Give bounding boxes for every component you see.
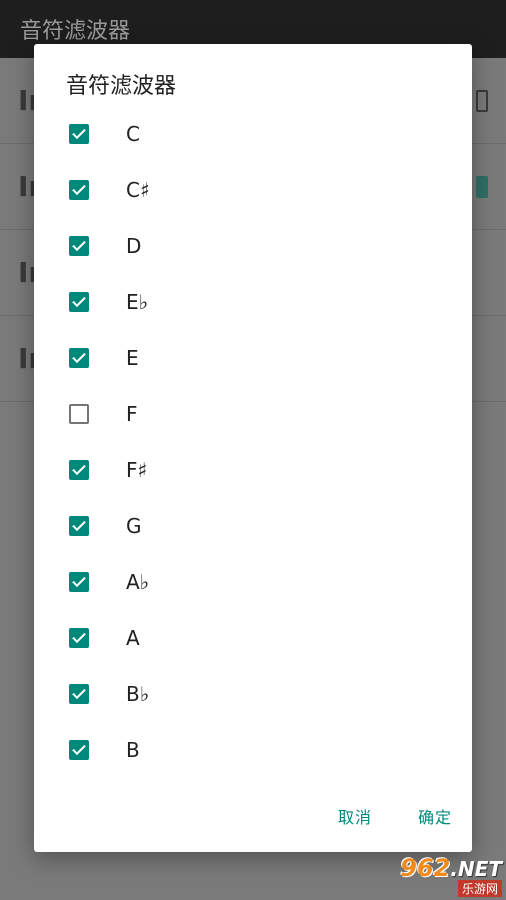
note-option-label: D [126, 234, 142, 258]
note-option-label: A [126, 626, 140, 650]
note-options-list: C C♯ D E♭ E F F♯ G A♭ A B♭ B [34, 106, 472, 778]
dialog-actions: 取消 确定 [338, 804, 452, 828]
toggle-icon [476, 89, 488, 112]
checkbox-checked-icon[interactable] [69, 684, 89, 704]
note-option-label: E [126, 346, 139, 370]
cancel-button[interactable]: 取消 [338, 804, 372, 828]
note-option[interactable]: E [34, 330, 472, 386]
app-title: 音符滤波器 [20, 19, 131, 44]
watermark-subtitle: 乐游网 [457, 880, 502, 897]
checkbox-checked-icon[interactable] [69, 460, 89, 480]
checkbox-unchecked-icon[interactable] [69, 404, 89, 424]
note-option[interactable]: F [34, 386, 472, 442]
checkbox-checked-icon[interactable] [69, 236, 89, 256]
note-option-label: B♭ [126, 682, 150, 706]
note-option-label: A♭ [126, 570, 150, 594]
checkbox-checked-icon[interactable] [69, 292, 89, 312]
watermark-number: 962 [400, 854, 451, 882]
note-option-label: E♭ [126, 290, 149, 314]
dialog-title: 音符滤波器 [66, 74, 177, 99]
confirm-button[interactable]: 确定 [418, 804, 452, 828]
checkbox-checked-icon[interactable] [69, 516, 89, 536]
note-filter-dialog: 音符滤波器 C C♯ D E♭ E F F♯ G A♭ A B♭ B 取消 确定 [34, 44, 472, 852]
note-option[interactable]: B♭ [34, 666, 472, 722]
note-option[interactable]: B [34, 722, 472, 778]
checkbox-checked-icon[interactable] [69, 348, 89, 368]
note-option-label: C [126, 122, 140, 146]
note-option[interactable]: G [34, 498, 472, 554]
checkbox-checked-icon[interactable] [69, 180, 89, 200]
toggle-icon [476, 175, 488, 198]
note-option[interactable]: F♯ [34, 442, 472, 498]
note-option-label: C♯ [126, 178, 150, 202]
note-option[interactable]: D [34, 218, 472, 274]
note-option[interactable]: C♯ [34, 162, 472, 218]
note-option-label: F [126, 402, 138, 426]
note-option-label: B [126, 738, 140, 762]
watermark-suffix: .NET [450, 857, 502, 881]
watermark-logo: 962 .NET 乐游网 [370, 854, 502, 897]
note-option[interactable]: E♭ [34, 274, 472, 330]
note-option-label: G [126, 514, 142, 538]
checkbox-checked-icon[interactable] [69, 572, 89, 592]
note-option[interactable]: A [34, 610, 472, 666]
note-option[interactable]: A♭ [34, 554, 472, 610]
checkbox-checked-icon[interactable] [69, 124, 89, 144]
note-option-label: F♯ [126, 458, 148, 482]
checkbox-checked-icon[interactable] [69, 628, 89, 648]
note-option[interactable]: C [34, 106, 472, 162]
checkbox-checked-icon[interactable] [69, 740, 89, 760]
